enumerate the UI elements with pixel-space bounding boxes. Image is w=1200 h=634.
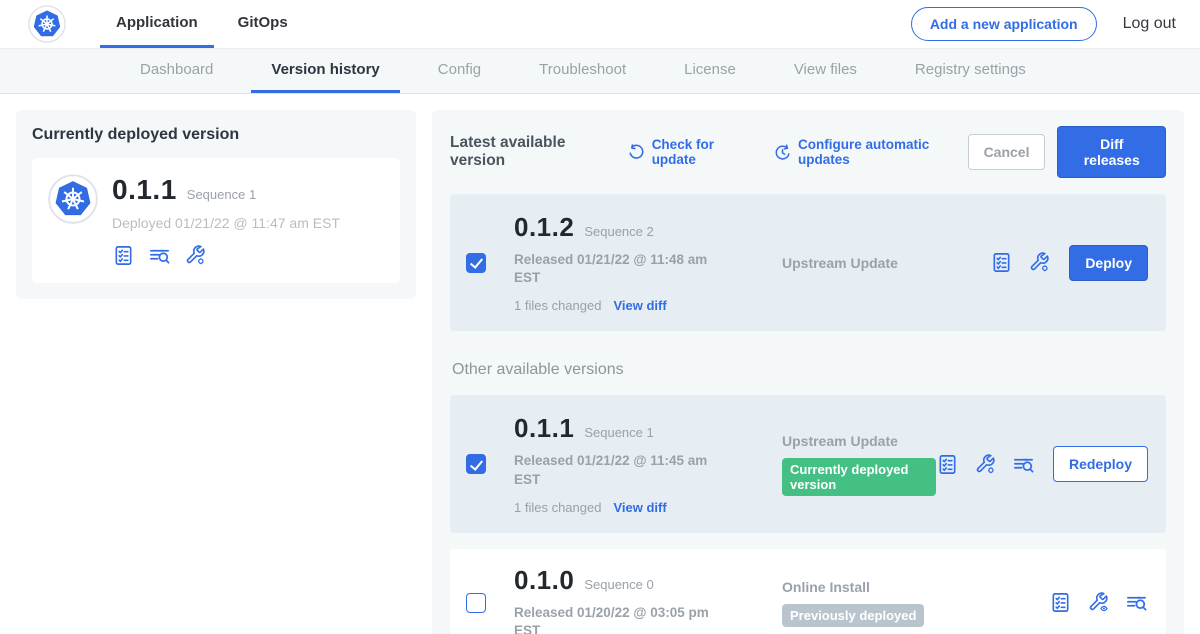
tab-config[interactable]: Config <box>418 49 501 93</box>
version-row-0-1-2: 0.1.2 Sequence 2 Released 01/21/22 @ 11:… <box>450 194 1166 331</box>
config-icon[interactable] <box>184 244 207 267</box>
version-source-label: Upstream Update <box>782 255 990 271</box>
kubernetes-logo <box>28 0 66 48</box>
released-timestamp: Released 01/20/22 @ 03:05 pm EST <box>514 604 709 634</box>
version-number: 0.1.2 <box>514 212 574 243</box>
tab-license[interactable]: License <box>664 49 756 93</box>
tab-troubleshoot[interactable]: Troubleshoot <box>519 49 646 93</box>
tab-dashboard[interactable]: Dashboard <box>120 49 233 93</box>
preflight-checks-icon[interactable] <box>1049 591 1072 614</box>
released-timestamp: Released 01/21/22 @ 11:48 am EST <box>514 251 709 287</box>
preflight-checks-icon[interactable] <box>936 453 959 476</box>
main-content: Currently deployed version 0.1.1 Sequenc… <box>0 94 1200 634</box>
app-sub-nav: Dashboard Version history Config Trouble… <box>0 48 1200 94</box>
deployed-version-number: 0.1.1 <box>112 174 177 206</box>
files-changed-label: 1 files changed <box>514 298 601 313</box>
tab-view-files[interactable]: View files <box>774 49 877 93</box>
deployed-version-card: 0.1.1 Sequence 1 Deployed 01/21/22 @ 11:… <box>32 158 400 283</box>
available-versions-panel: Latest available version Check for updat… <box>432 110 1184 634</box>
tab-gitops[interactable]: GitOps <box>222 0 304 48</box>
cancel-button[interactable]: Cancel <box>968 134 1046 170</box>
view-diff-link[interactable]: View diff <box>613 500 666 515</box>
redeploy-button[interactable]: Redeploy <box>1053 446 1148 482</box>
add-new-application-button[interactable]: Add a new application <box>911 7 1097 41</box>
configure-automatic-updates-label: Configure automatic updates <box>798 137 968 167</box>
check-for-update-label: Check for update <box>652 137 751 167</box>
deploy-button[interactable]: Deploy <box>1069 245 1148 281</box>
config-icon[interactable] <box>1028 251 1051 274</box>
refresh-icon <box>627 143 646 162</box>
sequence-label: Sequence 2 <box>584 224 653 239</box>
config-icon[interactable] <box>974 453 997 476</box>
configure-automatic-updates-link[interactable]: Configure automatic updates <box>773 137 968 167</box>
view-diff-link[interactable]: View diff <box>613 298 666 313</box>
version-row-0-1-0: 0.1.0 Sequence 0 Released 01/20/22 @ 03:… <box>450 549 1166 634</box>
version-checkbox[interactable] <box>466 593 486 613</box>
check-for-update-link[interactable]: Check for update <box>627 137 751 167</box>
logout-button[interactable]: Log out <box>1123 15 1176 33</box>
diff-releases-button[interactable]: Diff releases <box>1057 126 1166 178</box>
tab-registry-settings[interactable]: Registry settings <box>895 49 1046 93</box>
version-checkbox[interactable] <box>466 454 486 474</box>
currently-deployed-badge: Currently deployed version <box>782 458 936 496</box>
tab-application[interactable]: Application <box>100 0 214 48</box>
files-changed-label: 1 files changed <box>514 500 601 515</box>
deploy-logs-icon[interactable] <box>1125 591 1148 614</box>
latest-available-title: Latest available version <box>450 134 611 170</box>
currently-deployed-card: Currently deployed version 0.1.1 Sequenc… <box>16 110 416 299</box>
sequence-label: Sequence 0 <box>584 577 653 592</box>
released-timestamp: Released 01/21/22 @ 11:45 am EST <box>514 452 709 488</box>
version-source-label: Online Install <box>782 579 1049 595</box>
version-number: 0.1.0 <box>514 565 574 596</box>
currently-deployed-title: Currently deployed version <box>32 126 400 144</box>
app-logo <box>48 174 98 267</box>
version-row-0-1-1: 0.1.1 Sequence 1 Released 01/21/22 @ 11:… <box>450 395 1166 532</box>
auto-update-clock-icon <box>773 143 792 162</box>
sequence-label: Sequence 1 <box>584 425 653 440</box>
other-available-versions-title: Other available versions <box>452 361 1166 379</box>
version-checkbox[interactable] <box>466 253 486 273</box>
preflight-checks-icon[interactable] <box>990 251 1013 274</box>
version-source-label: Upstream Update <box>782 433 936 449</box>
previously-deployed-badge: Previously deployed <box>782 604 924 627</box>
deploy-logs-icon[interactable] <box>1012 453 1035 476</box>
deploy-logs-icon[interactable] <box>148 244 171 267</box>
preflight-checks-icon[interactable] <box>112 244 135 267</box>
deployed-sequence-label: Sequence 1 <box>187 187 256 202</box>
top-tabs: Application GitOps <box>100 0 304 48</box>
deployed-timestamp: Deployed 01/21/22 @ 11:47 am EST <box>112 215 340 231</box>
version-number: 0.1.1 <box>514 413 574 444</box>
tab-version-history[interactable]: Version history <box>251 49 399 93</box>
view-config-icon[interactable] <box>1087 591 1110 614</box>
top-nav: Application GitOps Add a new application… <box>0 0 1200 48</box>
